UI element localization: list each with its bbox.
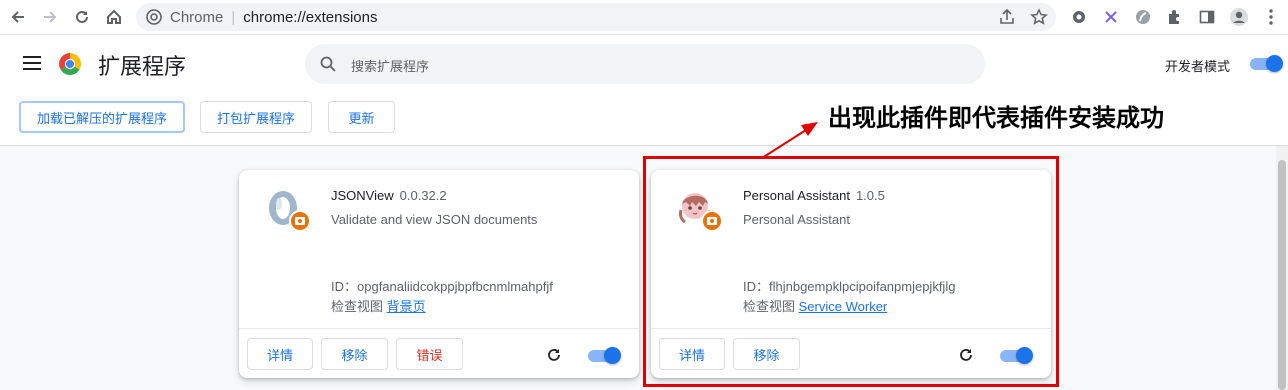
- hamburger-menu-icon[interactable]: [23, 56, 41, 75]
- extensions-header: 扩展程序 搜索扩展程序 开发者模式: [0, 35, 1288, 93]
- circle-extension-icon[interactable]: [1131, 5, 1155, 29]
- inspect-views: 检查视图 背景页: [331, 299, 426, 314]
- details-button[interactable]: 详情: [247, 338, 313, 370]
- extension-description: Validate and view JSON documents: [331, 212, 538, 227]
- browser-toolbar: Chrome | chrome://extensions: [0, 0, 1288, 35]
- scrollbar-thumb[interactable]: [1278, 160, 1286, 390]
- omnibox-site-label: Chrome: [170, 9, 224, 26]
- gear-extension-icon[interactable]: [1067, 5, 1091, 29]
- unpacked-badge-icon: [289, 210, 311, 232]
- address-bar[interactable]: Chrome | chrome://extensions: [136, 3, 1056, 31]
- extension-card-jsonview: JSONView 0.0.32.2 Validate and view JSON …: [239, 170, 639, 378]
- reload-extension-icon[interactable]: [545, 346, 563, 364]
- card-divider: [239, 328, 639, 329]
- errors-button[interactable]: 错误: [396, 338, 463, 370]
- annotation-text: 出现此插件即代表插件安装成功: [828, 103, 1164, 132]
- menu-kebab-icon[interactable]: [1259, 5, 1283, 29]
- search-placeholder: 搜索扩展程序: [351, 59, 430, 74]
- enable-toggle[interactable]: [588, 347, 621, 364]
- extensions-puzzle-icon[interactable]: [1163, 5, 1187, 29]
- x-extension-icon[interactable]: [1099, 5, 1123, 29]
- profile-avatar-icon[interactable]: [1227, 5, 1251, 29]
- back-icon[interactable]: [6, 5, 30, 29]
- chrome-logo-icon: [58, 52, 82, 81]
- pack-extension-button[interactable]: 打包扩展程序: [200, 101, 312, 133]
- jsonview-icon: [265, 188, 313, 236]
- page-scrollbar[interactable]: [1276, 146, 1288, 390]
- share-icon[interactable]: [998, 8, 1016, 31]
- home-icon[interactable]: [102, 5, 126, 29]
- dev-mode-toggle[interactable]: [1250, 55, 1283, 72]
- highlight-box: [643, 156, 1059, 387]
- remove-button[interactable]: 移除: [321, 338, 388, 370]
- dev-mode-label: 开发者模式: [1165, 59, 1231, 74]
- page-title: 扩展程序: [98, 54, 187, 79]
- bookmark-star-icon[interactable]: [1030, 8, 1048, 31]
- update-button[interactable]: 更新: [328, 101, 395, 133]
- load-unpacked-button[interactable]: 加载已解压的扩展程序: [19, 101, 185, 133]
- background-page-link[interactable]: 背景页: [387, 299, 426, 314]
- omnibox-url: chrome://extensions: [243, 9, 378, 26]
- reload-icon[interactable]: [70, 5, 94, 29]
- search-icon: [319, 55, 337, 78]
- search-input[interactable]: 搜索扩展程序: [305, 44, 985, 84]
- extension-name: JSONView 0.0.32.2: [331, 188, 447, 203]
- forward-icon[interactable]: [38, 5, 62, 29]
- extension-id: ID：opgfanaliidcokppjbpfbcnmlmahpfjf: [331, 279, 553, 294]
- side-panel-icon[interactable]: [1195, 5, 1219, 29]
- chrome-site-icon: [146, 9, 162, 30]
- extension-version: 0.0.32.2: [399, 188, 447, 203]
